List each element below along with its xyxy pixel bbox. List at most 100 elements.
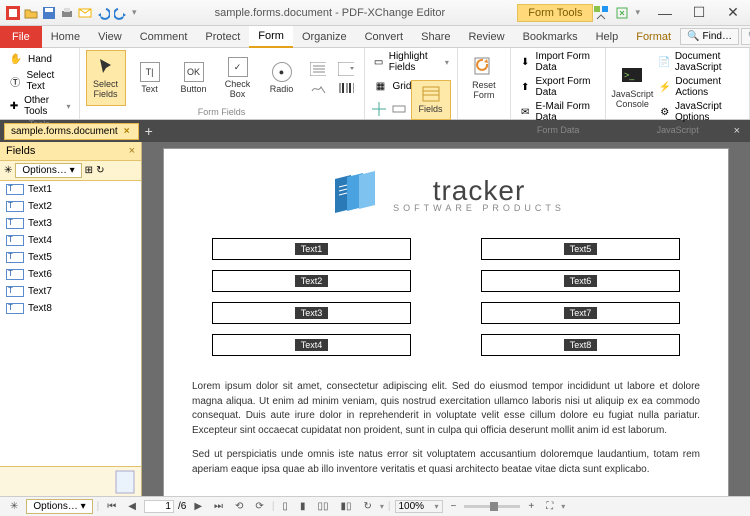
zoom-value[interactable]: 100%▾ [395, 500, 443, 513]
layout-single-icon[interactable]: ▯ [278, 500, 292, 513]
field-item[interactable]: Text6 [0, 266, 141, 283]
qat-dropdown-icon[interactable]: ▾ [132, 7, 137, 18]
tab-view[interactable]: View [89, 27, 131, 47]
field-item[interactable]: Text5 [0, 249, 141, 266]
form-field[interactable]: Text2 [212, 270, 411, 292]
select-text-tool[interactable]: ⓉSelect Text [6, 69, 73, 93]
expand-icon[interactable] [615, 6, 629, 20]
form-field[interactable]: Text4 [212, 334, 411, 356]
minimize-button[interactable]: — [648, 5, 682, 21]
save-icon[interactable] [42, 6, 56, 20]
zoom-in-button[interactable]: + [524, 500, 538, 513]
last-page-button[interactable]: ⏭ [210, 500, 227, 513]
page-thumb-icon[interactable] [115, 470, 135, 494]
group-javascript-label: JavaScript [612, 124, 743, 136]
field-item[interactable]: Text1 [0, 181, 141, 198]
field-item[interactable]: Text2 [0, 198, 141, 215]
javascript-options[interactable]: ⚙JavaScript Options [656, 100, 743, 124]
maximize-button[interactable]: ☐ [682, 4, 716, 21]
fit-page-icon[interactable]: ⛶ [542, 500, 557, 513]
reset-form-button[interactable]: Reset Form [464, 50, 504, 106]
checkbox-icon: ✓ [228, 57, 248, 77]
layout-continuous-icon[interactable]: ▮ [296, 500, 310, 513]
rotate-cw-icon[interactable]: ↻ [359, 500, 375, 513]
sb-settings-icon[interactable]: ✳ [6, 500, 22, 513]
tab-protect[interactable]: Protect [196, 27, 249, 47]
ui-options-icon[interactable] [593, 5, 609, 21]
form-field[interactable]: Text5 [481, 238, 680, 260]
button-field-button[interactable]: OK Button [174, 50, 214, 106]
print-icon[interactable] [60, 6, 74, 20]
field-item[interactable]: Text3 [0, 215, 141, 232]
layout-facing-icon[interactable]: ▯▯ [313, 500, 332, 513]
fields-expand-icon[interactable]: ⊞ [85, 165, 93, 176]
prev-page-button[interactable]: ◀ [124, 500, 140, 513]
other-tools[interactable]: ✚Other Tools ▾ [6, 94, 73, 118]
tab-organize[interactable]: Organize [293, 27, 356, 47]
zoom-out-button[interactable]: − [447, 500, 461, 513]
page-number-input[interactable] [144, 500, 174, 513]
tab-bookmarks[interactable]: Bookmarks [514, 27, 587, 47]
add-tab-button[interactable]: + [139, 123, 159, 139]
email-form-data[interactable]: ✉E-Mail Form Data [517, 100, 599, 124]
radio-field-button[interactable]: ● Radio [262, 50, 302, 106]
hand-tool[interactable]: ✋Hand [6, 50, 73, 68]
select-fields-button[interactable]: Select Fields [86, 50, 126, 106]
tab-home[interactable]: Home [42, 27, 89, 47]
js-console-button[interactable]: >_ JavaScript Console [612, 50, 652, 124]
document-actions[interactable]: ⚡Document Actions [656, 75, 743, 99]
barcode-icon[interactable] [338, 80, 354, 96]
next-view-button[interactable]: ⟳ [251, 500, 267, 513]
close-button[interactable]: ✕ [716, 4, 750, 21]
text-field-button[interactable]: T| Text [130, 50, 170, 106]
guides-icon[interactable] [371, 101, 387, 117]
form-field[interactable]: Text1 [212, 238, 411, 260]
tab-format[interactable]: Format [627, 27, 680, 47]
form-field[interactable]: Text3 [212, 302, 411, 324]
signature-icon[interactable] [310, 80, 326, 96]
listbox-icon[interactable] [310, 61, 326, 77]
tab-help[interactable]: Help [587, 27, 628, 47]
fields-settings-icon[interactable]: ✳ [4, 165, 12, 176]
undo-icon[interactable] [96, 6, 110, 20]
dropdown-icon[interactable] [338, 61, 354, 77]
export-form-data[interactable]: ⬆Export Form Data [517, 75, 599, 99]
file-tab[interactable]: File [0, 26, 42, 48]
close-doc-icon[interactable]: × [124, 126, 130, 137]
tab-comment[interactable]: Comment [131, 27, 197, 47]
sb-options-button[interactable]: Options… ▾ [26, 499, 92, 514]
field-item[interactable]: Text7 [0, 283, 141, 300]
highlight-fields-button[interactable]: ▭Highlight Fields ▾ [371, 50, 451, 74]
search-button[interactable]: 🔍Search… [741, 28, 750, 45]
open-icon[interactable] [24, 6, 38, 20]
document-javascript[interactable]: 📄Document JavaScript [656, 50, 743, 74]
form-field[interactable]: Text8 [481, 334, 680, 356]
tab-review[interactable]: Review [459, 27, 513, 47]
prev-view-button[interactable]: ⟲ [231, 500, 247, 513]
fields-options-button[interactable]: Options… ▾ [15, 163, 81, 178]
close-all-tabs[interactable]: × [728, 125, 746, 137]
import-form-data[interactable]: ⬇Import Form Data [517, 50, 599, 74]
fields-pane-button[interactable]: Fields [411, 80, 451, 120]
layout-cover-icon[interactable]: ▮▯ [336, 500, 355, 513]
tab-convert[interactable]: Convert [356, 27, 413, 47]
document-tab[interactable]: sample.forms.document × [4, 123, 139, 140]
fields-refresh-icon[interactable]: ↻ [96, 165, 104, 176]
fields-panel-close-icon[interactable]: × [129, 145, 135, 157]
field-item[interactable]: Text8 [0, 300, 141, 317]
form-field[interactable]: Text7 [481, 302, 680, 324]
form-field[interactable]: Text6 [481, 270, 680, 292]
help-dropdown-icon[interactable]: ▾ [635, 7, 640, 18]
zoom-slider[interactable] [464, 505, 520, 508]
rulers-icon[interactable] [391, 101, 407, 117]
mail-icon[interactable] [78, 6, 92, 20]
next-page-button[interactable]: ▶ [190, 500, 206, 513]
redo-icon[interactable] [114, 6, 128, 20]
fields-list: Text1 Text2 Text3 Text4 Text5 Text6 Text… [0, 181, 141, 466]
tab-form[interactable]: Form [249, 26, 293, 48]
find-button[interactable]: 🔍Find… [680, 28, 739, 45]
field-item[interactable]: Text4 [0, 232, 141, 249]
first-page-button[interactable]: ⏮ [103, 500, 120, 513]
checkbox-field-button[interactable]: ✓ Check Box [218, 50, 258, 106]
tab-share[interactable]: Share [412, 27, 459, 47]
